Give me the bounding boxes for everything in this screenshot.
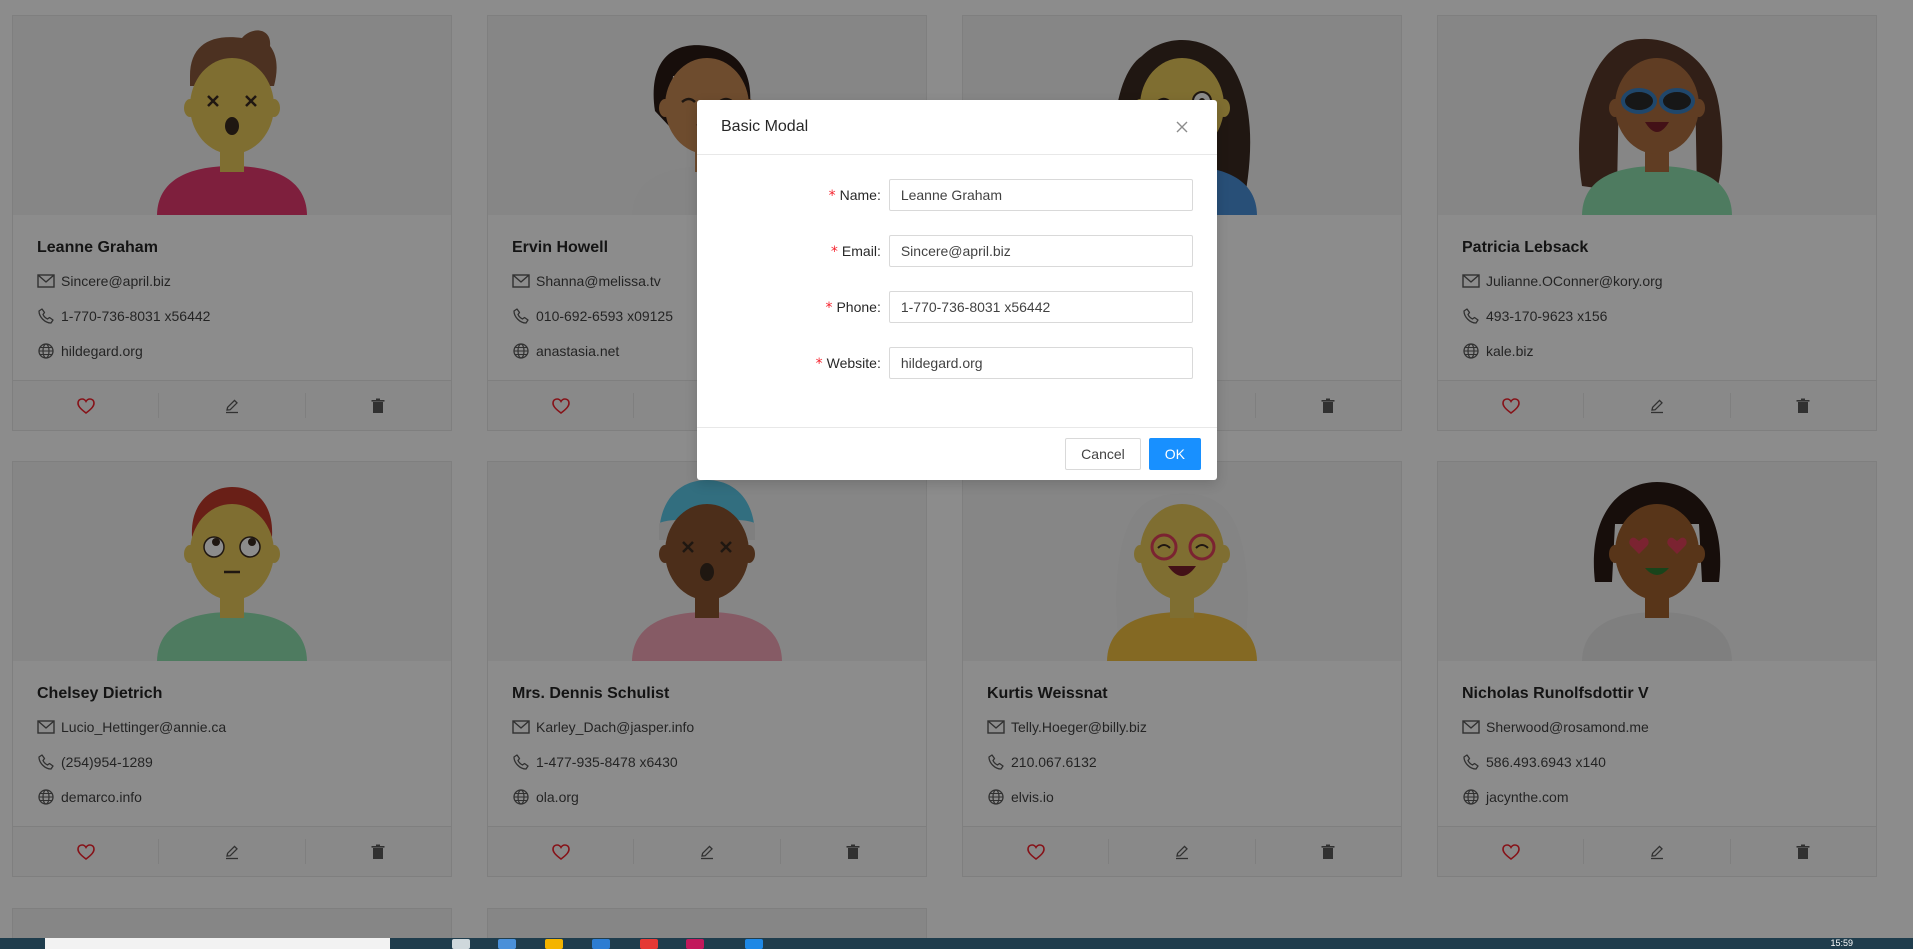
file-explorer-icon[interactable]: [452, 939, 470, 949]
cancel-button[interactable]: Cancel: [1065, 438, 1141, 470]
required-mark: *: [828, 187, 836, 204]
app-icon[interactable]: [545, 939, 563, 949]
name-label: * Name:: [828, 186, 881, 204]
required-mark: *: [830, 243, 838, 260]
app-icon[interactable]: [745, 939, 763, 949]
email-label-text: Email: [841, 242, 877, 259]
email-input[interactable]: [888, 235, 1193, 267]
website-label-text: Website: [826, 354, 877, 371]
required-mark: *: [825, 299, 833, 316]
basic-modal: Basic Modal *Name:*Email:*Phone:*Website…: [697, 100, 1217, 480]
app-icon[interactable]: [498, 939, 516, 949]
website-input[interactable]: [888, 347, 1193, 379]
close-icon[interactable]: [1171, 116, 1193, 138]
modal-title: Basic Modal: [721, 118, 809, 135]
email-label: * Email:: [830, 242, 881, 260]
app-icon[interactable]: [640, 939, 658, 949]
form-item-phone: * Phone:: [721, 291, 1193, 323]
user-edit-form: *Name: *Email: *Phone: *Website:: [697, 155, 1217, 427]
taskbar-search[interactable]: [45, 938, 390, 949]
name-input[interactable]: [888, 179, 1193, 211]
app-icon[interactable]: [592, 939, 610, 949]
phone-label: * Phone:: [825, 298, 881, 316]
website-label: * Website:: [815, 354, 881, 372]
form-item-email: * Email:: [721, 235, 1193, 267]
form-item-name: * Name:: [721, 179, 1193, 211]
browser-icon[interactable]: [686, 939, 704, 949]
taskbar-clock: 15:59: [1830, 938, 1853, 948]
phone-input[interactable]: [888, 291, 1193, 323]
app-page: Leanne Graham Sincere@april.biz 1-770-736-…: [0, 0, 1913, 949]
name-label-text: Name: [839, 186, 877, 203]
form-item-website: * Website:: [721, 347, 1193, 379]
phone-label-text: Phone: [836, 298, 877, 315]
required-mark: *: [815, 355, 823, 372]
ok-button[interactable]: OK: [1148, 438, 1201, 470]
modal-header: Basic Modal: [697, 100, 1217, 155]
os-taskbar: 15:59: [0, 938, 1913, 949]
modal-footer: Cancel OK: [697, 427, 1217, 480]
